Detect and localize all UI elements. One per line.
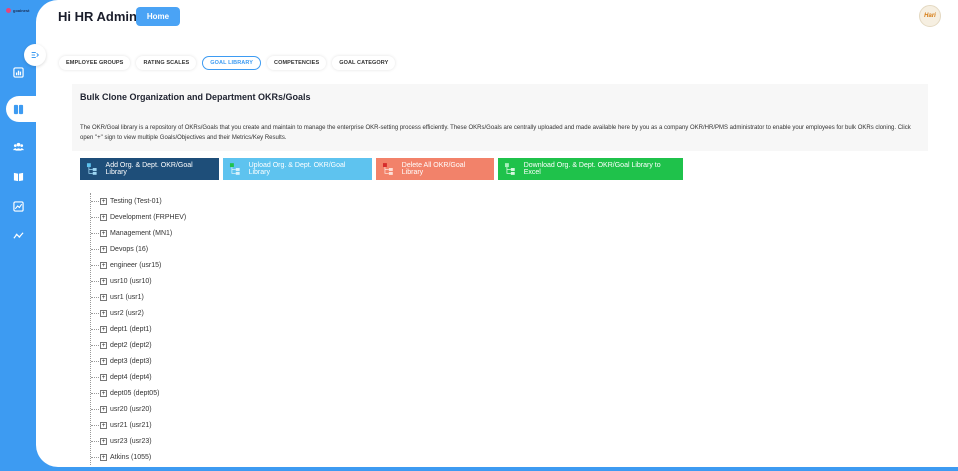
tab-goal-library[interactable]: GOAL LIBRARY xyxy=(202,56,262,70)
tree-node[interactable]: + usr10 (usr10) xyxy=(91,273,390,289)
expand-node-icon[interactable]: + xyxy=(100,309,107,317)
tree-node[interactable]: + usr20 (usr20) xyxy=(91,401,390,417)
panel-title: Bulk Clone Organization and Department O… xyxy=(80,92,311,102)
tree-node[interactable]: + usr2 (usr2) xyxy=(91,305,390,321)
expand-node-icon[interactable]: + xyxy=(100,389,107,397)
expand-node-icon[interactable]: + xyxy=(100,341,107,349)
apps-icon xyxy=(13,104,23,114)
tree-node[interactable]: + dept1 (dept1) xyxy=(91,321,390,337)
tree-node[interactable]: + Management (MN1) xyxy=(91,225,390,241)
expand-node-icon[interactable]: + xyxy=(100,197,107,205)
nav-users[interactable] xyxy=(12,140,24,152)
tree-node-label: usr10 (usr10) xyxy=(110,277,152,285)
expand-node-icon[interactable]: + xyxy=(100,405,107,413)
sidebar: goalnest xyxy=(0,0,40,471)
tree-node-label: usr20 (usr20) xyxy=(110,405,152,413)
delete-library-label: Delete All OKR/Goal Library xyxy=(401,162,466,176)
users-icon xyxy=(12,142,24,151)
dashboard-icon xyxy=(12,66,24,78)
tree-node-label: engineer (usr15) xyxy=(110,261,162,269)
home-button[interactable]: Home xyxy=(136,7,180,26)
tree-node-label: usr1 (usr1) xyxy=(110,293,144,301)
expand-node-icon[interactable]: + xyxy=(100,325,107,333)
expand-node-icon[interactable]: + xyxy=(100,245,107,253)
expand-node-icon[interactable]: + xyxy=(100,293,107,301)
goal-library-panel: Bulk Clone Organization and Department O… xyxy=(72,84,928,467)
tree-node[interactable]: + Testing (Test-01) xyxy=(91,193,390,209)
tree-node[interactable]: + engineer (usr15) xyxy=(91,257,390,273)
tree-node[interactable]: + usr23 (usr23) xyxy=(91,433,390,449)
delete-library-button[interactable]: Delete All OKR/Goal Library xyxy=(376,158,494,180)
tree-node-label: Management (MN1) xyxy=(110,229,173,237)
tab-rating-scales[interactable]: RATING SCALES xyxy=(136,56,197,70)
goal-library-tree: + Testing (Test-01) + Development (FRPHEV)… xyxy=(90,193,390,465)
tree-node-label: dept3 (dept3) xyxy=(110,357,152,365)
tree-node-label: Atkins (1055) xyxy=(110,453,152,461)
add-library-button[interactable]: Add Org. & Dept. OKR/Goal Library xyxy=(80,158,219,180)
tree-node-label: dept05 (dept05) xyxy=(110,389,160,397)
tree-node[interactable]: + dept05 (dept05) xyxy=(91,385,390,401)
tree-node[interactable]: + Development (FRPHEV) xyxy=(91,209,390,225)
report-icon xyxy=(12,200,24,212)
analytics-icon xyxy=(12,231,24,239)
nav-analytics[interactable] xyxy=(12,229,24,241)
tree-node-label: Testing (Test-01) xyxy=(110,197,162,205)
settings-tabs: EMPLOYEE GROUPS RATING SCALES GOAL LIBRA… xyxy=(59,56,396,70)
expand-node-icon[interactable]: + xyxy=(100,373,107,381)
brand-name: goalnest xyxy=(13,8,30,13)
panel-description: The OKR/Goal library is a repository of … xyxy=(80,125,911,141)
nav-dashboard[interactable] xyxy=(12,66,24,78)
tree-node[interactable]: + dept3 (dept3) xyxy=(91,353,390,369)
tree-node-label: usr21 (usr21) xyxy=(110,421,152,429)
page-greeting: Hi HR Admin xyxy=(58,9,137,24)
tree-node-label: dept1 (dept1) xyxy=(110,325,152,333)
expand-node-icon[interactable]: + xyxy=(100,261,107,269)
upload-tree-icon xyxy=(229,163,240,175)
upload-library-label: Upload Org. & Dept. OKR/Goal Library xyxy=(248,162,346,176)
nav-apps[interactable] xyxy=(12,103,24,115)
expand-node-icon[interactable]: + xyxy=(100,213,107,221)
tree-node-label: Devops (16) xyxy=(110,245,149,253)
tree-node[interactable]: + dept4 (dept4) xyxy=(91,369,390,385)
nav-reports[interactable] xyxy=(12,200,24,212)
main-content: Hi HR Admin Home Hari EMPLOYEE GROUPS RA… xyxy=(36,0,958,467)
download-tree-icon xyxy=(504,163,515,175)
tree-node-label: dept4 (dept4) xyxy=(110,373,152,381)
nav-library[interactable] xyxy=(12,170,24,182)
tab-goal-category[interactable]: GOAL CATEGORY xyxy=(332,56,396,70)
expand-node-icon[interactable]: + xyxy=(100,453,107,461)
library-content: Add Org. & Dept. OKR/Goal Library Upload… xyxy=(72,151,928,467)
expand-icon xyxy=(31,52,40,58)
tree-node[interactable]: + usr21 (usr21) xyxy=(91,417,390,433)
delete-tree-icon xyxy=(382,163,393,175)
add-library-label: Add Org. & Dept. OKR/Goal Library xyxy=(105,162,193,176)
tree-node[interactable]: + Devops (16) xyxy=(91,241,390,257)
expand-node-icon[interactable]: + xyxy=(100,277,107,285)
action-buttons: Add Org. & Dept. OKR/Goal Library Upload… xyxy=(80,158,683,180)
tree-node-label: usr23 (usr23) xyxy=(110,437,152,445)
expand-node-icon[interactable]: + xyxy=(100,357,107,365)
sidebar-toggle-button[interactable] xyxy=(24,44,46,66)
logo-icon xyxy=(6,8,11,13)
brand-logo: goalnest xyxy=(6,8,29,13)
expand-node-icon[interactable]: + xyxy=(100,437,107,445)
expand-node-icon[interactable]: + xyxy=(100,421,107,429)
tree-node[interactable]: + dept2 (dept2) xyxy=(91,337,390,353)
tab-competencies[interactable]: COMPETENCIES xyxy=(267,56,327,70)
tree-node-label: dept2 (dept2) xyxy=(110,341,152,349)
tree-node[interactable]: + usr1 (usr1) xyxy=(91,289,390,305)
download-library-button[interactable]: Download Org. & Dept. OKR/Goal Library t… xyxy=(498,158,683,180)
book-icon xyxy=(13,172,23,181)
add-tree-icon xyxy=(86,163,97,175)
upload-library-button[interactable]: Upload Org. & Dept. OKR/Goal Library xyxy=(223,158,372,180)
tab-employee-groups[interactable]: EMPLOYEE GROUPS xyxy=(59,56,131,70)
tree-node-label: usr2 (usr2) xyxy=(110,309,144,317)
download-library-label: Download Org. & Dept. OKR/Goal Library t… xyxy=(523,162,661,176)
avatar[interactable]: Hari xyxy=(919,5,941,27)
tree-node[interactable]: + Atkins (1055) xyxy=(91,449,390,465)
tree-node-label: Development (FRPHEV) xyxy=(110,213,187,221)
expand-node-icon[interactable]: + xyxy=(100,229,107,237)
